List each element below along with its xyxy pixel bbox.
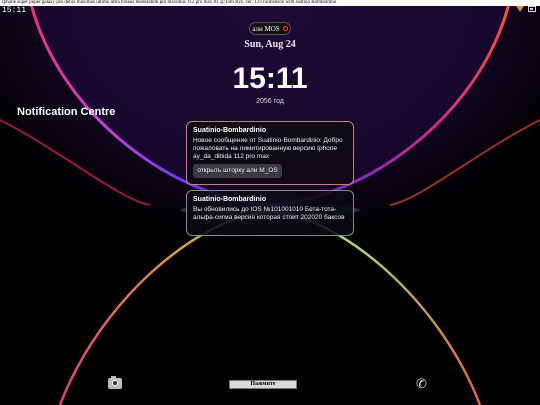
notification-app-name: Suatinio-Bombardinio [193,196,267,203]
open-shade-button[interactable]: открыть шторку али M_OS [193,164,282,178]
notification-card[interactable]: Suatinio-Bombardinio Вы обновились до IO… [186,190,354,236]
phone-icon[interactable]: ✆ [416,376,427,392]
camera-icon[interactable] [108,376,122,389]
status-bar: 15:11 [0,6,540,15]
notification-centre-title: Notification Centre [17,106,116,118]
lockscreen-clock: 15:11 [232,62,308,95]
notification-body: Вы обновились до IOS №101001010 Бета-тот… [193,206,345,221]
record-dot-icon [282,26,288,31]
lockscreen-date: Sun, Aug 24 [244,39,296,50]
notification-app-name: Suatinio-Bombardinio [193,127,267,134]
notification-card[interactable]: Suatinio-Bombardinio Новое сообщение от … [186,121,354,185]
notification-body: Новое сообщение от Suatinio-Bombardinio:… [193,137,343,160]
battery-icon [528,6,536,12]
home-button[interactable]: Нажмите [229,380,297,389]
pill-label: али MOS [252,24,280,33]
dynamic-island-pill[interactable]: али MOS [249,22,291,35]
status-bar-time: 15:11 [2,6,27,15]
wifi-icon [516,6,524,12]
lockscreen-year: 2056 год [256,98,284,105]
